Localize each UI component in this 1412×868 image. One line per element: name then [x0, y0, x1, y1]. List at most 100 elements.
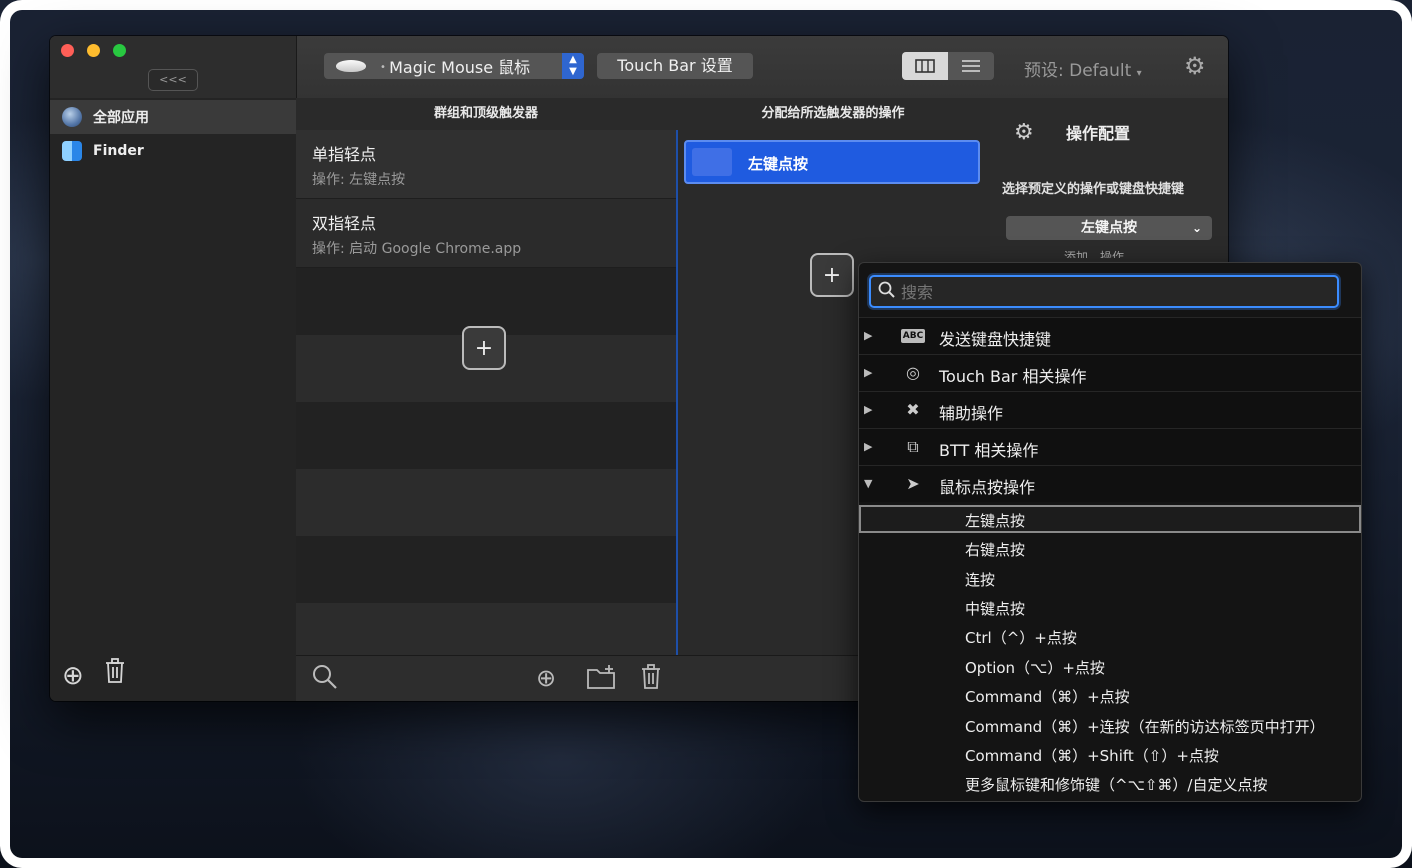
cursor-icon: ➤ [906, 474, 920, 493]
preset-arrow-icon: ▾ [1136, 68, 1142, 79]
category-utility[interactable]: ▶ ✖ 辅助操作 [859, 391, 1361, 428]
sidebar: 全部应用 Finder ⊕ [50, 98, 297, 701]
disclosure-down-icon: ▼ [864, 477, 873, 490]
menu-item-label: Command（⌘）+点按 [965, 688, 1130, 706]
menu-item-command-click[interactable]: Command（⌘）+点按 [859, 681, 1361, 709]
menu-item-right-click[interactable]: 右键点按 [859, 534, 1361, 562]
column-view-button[interactable] [902, 52, 948, 80]
menu-item-command-shift-click[interactable]: Command（⌘）+Shift（⇧）+点按 [859, 740, 1361, 768]
menu-item-label: 更多鼠标键和修饰键（^⌥⇧⌘）/自定义点按 [965, 776, 1268, 794]
disclosure-right-icon: ▶ [864, 366, 873, 379]
close-window-button[interactable] [61, 44, 74, 57]
menu-item-label: 左键点按 [965, 512, 1026, 530]
sidebar-titlebar: <<< [50, 36, 297, 98]
config-title: 操作配置 [1066, 124, 1131, 143]
delete-app-button[interactable] [104, 658, 126, 691]
add-action-button[interactable]: + [810, 253, 854, 297]
triggers-bottom-bar: ⊕ [296, 655, 676, 701]
add-trigger-button[interactable]: + [462, 326, 506, 370]
trigger-row-two-finger-tap[interactable]: 双指轻点 操作: 启动 Google Chrome.app [296, 199, 676, 268]
menu-item-label: Command（⌘）+Shift（⇧）+点按 [965, 747, 1219, 765]
menu-item-label: Ctrl（^）+点按 [965, 629, 1077, 647]
category-label: 鼠标点按操作 [939, 478, 1036, 497]
device-select[interactable]: Magic Mouse 鼠标 ▲▼ [324, 53, 584, 79]
action-item-left-click[interactable]: 左键点按 [684, 140, 980, 184]
add-trigger-icon[interactable]: ⊕ [536, 664, 556, 692]
globe-icon [62, 107, 82, 127]
add-app-button[interactable]: ⊕ [62, 661, 84, 691]
predefined-action-select[interactable]: 左键点按 ⌄ [1006, 216, 1212, 240]
list-icon [962, 60, 980, 72]
action-label: 左键点按 [748, 155, 809, 173]
chevron-down-icon: ⌄ [1191, 221, 1202, 235]
selected-action-label: 左键点按 [1081, 220, 1137, 236]
category-touchbar[interactable]: ▶ ◎ Touch Bar 相关操作 [859, 354, 1361, 391]
sidebar-item-label: 全部应用 [93, 110, 149, 126]
gear-icon[interactable]: ⚙ [1184, 52, 1206, 80]
actions-header: 分配给所选触发器的操作 [676, 98, 990, 131]
menu-item-option-click[interactable]: Option（⌥）+点按 [859, 652, 1361, 680]
magic-mouse-icon [336, 60, 366, 72]
empty-row [296, 402, 676, 469]
menu-item-custom-click[interactable]: 更多鼠标键和修饰键（^⌥⇧⌘）/自定义点按 [859, 769, 1361, 797]
sidebar-item-label: Finder [93, 143, 144, 159]
category-btt[interactable]: ▶ ⧉ BTT 相关操作 [859, 428, 1361, 465]
menu-item-label: 右键点按 [965, 541, 1026, 559]
category-label: 发送键盘快捷键 [939, 330, 1052, 349]
disclosure-right-icon: ▶ [864, 403, 873, 416]
device-stepper-icon[interactable]: ▲ ▼ [562, 53, 584, 79]
action-picker-dropdown: ▶ ABC 发送键盘快捷键 ▶ ◎ Touch Bar 相关操作 ▶ ✖ 辅助操… [858, 262, 1362, 802]
tools-icon: ✖ [906, 400, 920, 419]
triggers-list: 单指轻点 操作: 左键点按 双指轻点 操作: 启动 Google Chrome.… [296, 130, 676, 655]
preset-label: 预设: Default [1024, 61, 1132, 81]
keyboard-abc-icon: ABC [901, 329, 925, 343]
menu-item-label: 连按 [965, 571, 996, 589]
disclosure-right-icon: ▶ [864, 440, 873, 453]
device-label: Magic Mouse 鼠标 [380, 54, 530, 78]
menu-item-ctrl-click[interactable]: Ctrl（^）+点按 [859, 622, 1361, 650]
menu-item-command-double-click[interactable]: Command（⌘）+连按（在新的访达标签页中打开） [859, 711, 1361, 739]
search-field [869, 275, 1339, 308]
touchbar-icon: ◎ [906, 363, 920, 382]
empty-row [296, 268, 676, 335]
finder-icon [62, 141, 82, 161]
menu-item-left-click[interactable]: 左键点按 [859, 505, 1361, 533]
sidebar-item-finder[interactable]: Finder [50, 134, 296, 168]
triggers-header: 群组和顶级触发器 [296, 98, 676, 131]
menu-item-label: Option（⌥）+点按 [965, 659, 1105, 677]
action-color-swatch [692, 148, 732, 176]
menu-item-middle-click[interactable]: 中键点按 [859, 593, 1361, 621]
category-mouse-click[interactable]: ▼ ➤ 鼠标点按操作 [859, 465, 1361, 502]
empty-row [296, 536, 676, 603]
trigger-subtitle: 操作: 左键点按 [312, 172, 406, 188]
menu-item-double-click[interactable]: 连按 [859, 564, 1361, 592]
category-keyboard-shortcut[interactable]: ▶ ABC 发送键盘快捷键 [859, 317, 1361, 354]
category-label: BTT 相关操作 [939, 441, 1039, 460]
touchbar-settings-button[interactable]: Touch Bar 设置 [597, 53, 753, 79]
zoom-window-button[interactable] [113, 44, 126, 57]
category-label: Touch Bar 相关操作 [939, 367, 1087, 386]
disclosure-right-icon: ▶ [864, 329, 873, 342]
menu-item-label: 中键点按 [965, 600, 1026, 618]
sidebar-item-all-apps[interactable]: 全部应用 [50, 100, 296, 134]
empty-row [296, 603, 676, 655]
empty-row [296, 469, 676, 536]
config-subtitle: 选择预定义的操作或键盘快捷键 [1002, 182, 1185, 197]
gear-icon: ⚙ [1014, 120, 1034, 145]
config-hint: 添加…操作 [1064, 250, 1125, 258]
new-folder-icon[interactable] [586, 664, 618, 696]
trigger-subtitle: 操作: 启动 Google Chrome.app [312, 241, 522, 257]
trigger-row-single-tap[interactable]: 单指轻点 操作: 左键点按 [296, 130, 676, 199]
preset-selector[interactable]: 预设: Default ▾ [1024, 56, 1142, 81]
category-label: 辅助操作 [939, 404, 1004, 423]
list-view-button[interactable] [948, 52, 994, 80]
trash-icon [106, 658, 124, 683]
trash-icon[interactable] [640, 664, 662, 696]
minimize-window-button[interactable] [87, 44, 100, 57]
trigger-title: 单指轻点 [312, 145, 377, 164]
search-icon [878, 281, 896, 303]
search-icon[interactable] [312, 664, 338, 696]
search-input[interactable] [899, 280, 1323, 304]
btt-icon: ⧉ [907, 437, 919, 456]
collapse-sidebar-button[interactable]: <<< [148, 69, 198, 91]
